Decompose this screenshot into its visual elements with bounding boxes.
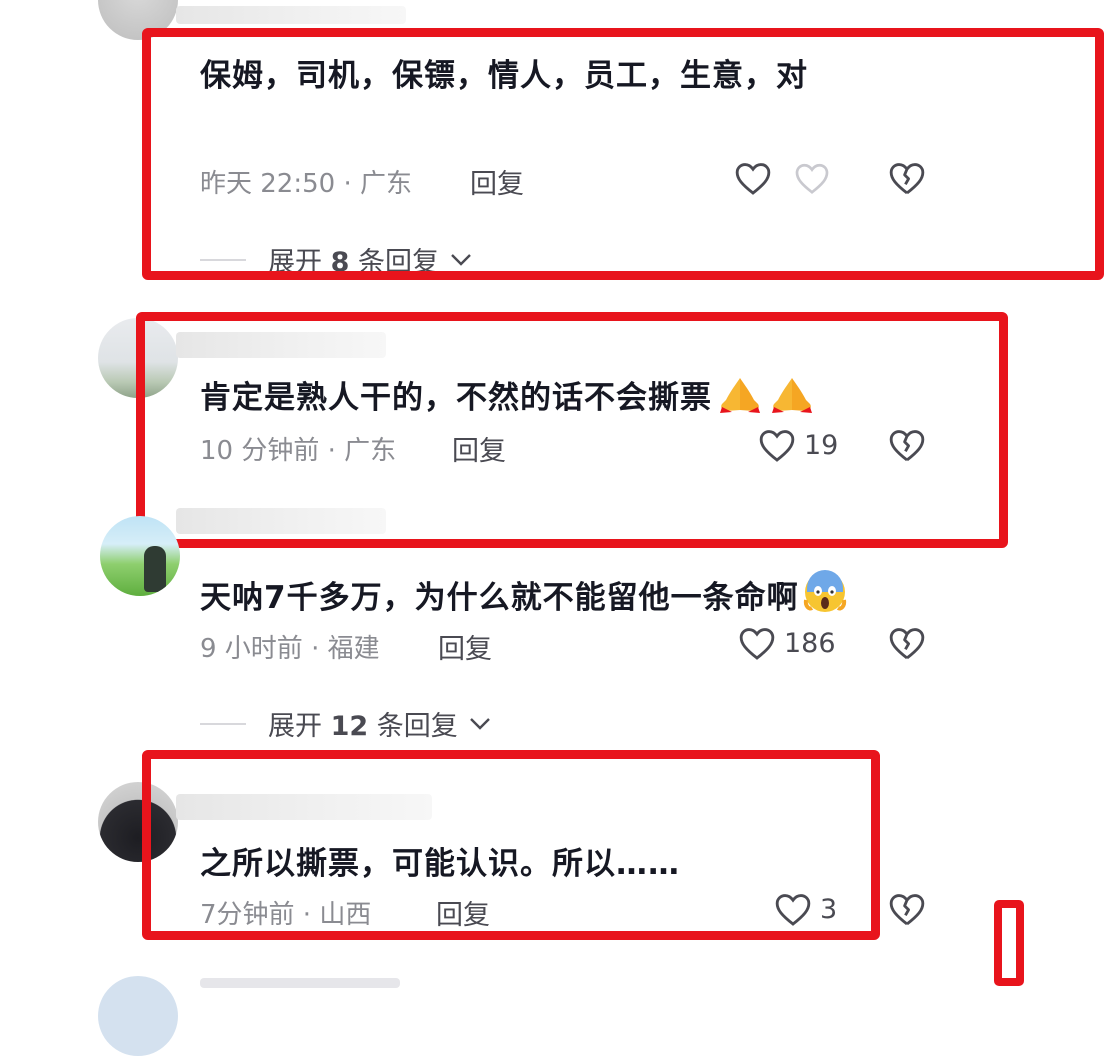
comment-text: 天呐7千多万，为什么就不能留他一条命啊 <box>200 570 847 622</box>
screaming-face-emoji <box>803 570 847 622</box>
avatar-figure <box>144 546 166 592</box>
highlight-marker <box>994 900 1024 986</box>
expand-replies[interactable]: 展开 12 条回复 <box>200 704 492 743</box>
like-button[interactable]: 186 <box>738 625 836 661</box>
next-comment-blurred <box>200 978 400 988</box>
expand-count: 12 <box>330 711 369 742</box>
reply-button[interactable]: 回复 <box>438 627 492 666</box>
expand-divider <box>200 722 246 725</box>
broken-heart-icon <box>889 894 925 926</box>
heart-icon <box>739 628 775 660</box>
dislike-button[interactable] <box>888 891 926 931</box>
expand-suffix: 条回复 <box>368 711 458 742</box>
broken-heart-icon <box>889 628 925 660</box>
comment-meta: 9 小时前 · 福建 <box>200 634 380 664</box>
like-count: 186 <box>784 627 836 659</box>
highlight-box <box>142 750 880 940</box>
avatar[interactable] <box>100 516 180 596</box>
chevron-down-icon <box>469 717 490 730</box>
avatar[interactable] <box>98 976 178 1056</box>
expand-prefix: 展开 <box>268 711 331 742</box>
comment-text-content: 天呐7千多万，为什么就不能留他一条命啊 <box>200 580 799 616</box>
username-blurred[interactable] <box>176 508 386 534</box>
dislike-button[interactable] <box>888 625 926 665</box>
highlight-box <box>142 28 1104 280</box>
username-blurred[interactable] <box>176 6 406 24</box>
